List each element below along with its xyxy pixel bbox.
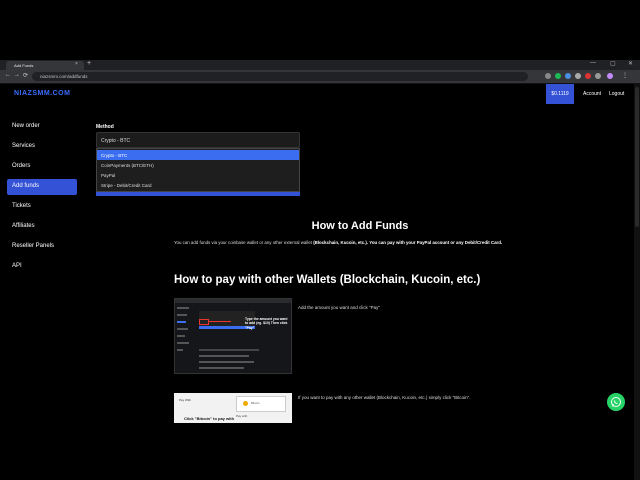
minimize-icon[interactable]: — <box>590 60 596 66</box>
bitcoin-icon <box>243 401 248 406</box>
extension-icon[interactable] <box>585 73 591 79</box>
sidebar-item-reseller-panels[interactable]: Reseller Panels <box>7 239 77 255</box>
browser-menu-icon[interactable]: ⋮ <box>622 72 628 79</box>
balance-badge[interactable]: $0.1119 <box>546 84 574 104</box>
url-text: niazsmm.com/addfunds <box>40 74 88 79</box>
thumb-browser-bar <box>175 299 291 303</box>
method-label: Method <box>96 124 114 130</box>
add-amount-screenshot: Type the amount you want to add (eg. $10… <box>174 298 292 374</box>
tab-title: Add Funds <box>14 63 34 68</box>
intro-bold-text: (Blockchain, Kucoin, etc.). You can pay … <box>313 240 503 245</box>
url-field[interactable]: niazsmm.com/addfunds <box>32 72 528 81</box>
thumb2-pay-label: Pay with <box>236 414 248 418</box>
spotify-icon[interactable] <box>555 73 561 79</box>
thumb-sidebar <box>177 307 195 367</box>
other-wallets-heading: How to pay with other Wallets (Blockchai… <box>174 274 481 286</box>
sidebar-item-new-order[interactable]: New order <box>7 119 77 135</box>
method-dropdown: Crypto - BTC CoinPayments (BTC/ETH) PayP… <box>96 148 300 192</box>
thumb2-title: Pay With <box>179 398 192 402</box>
method-option-stripe[interactable]: Stripe - Debit/Credit Card <box>97 180 299 190</box>
step-add-amount-text: Add the amount you want and click "Pay" <box>298 305 380 310</box>
bitcoin-pay-screenshot: Pay With Bitcoin Pay with Click "Bitcoin… <box>174 393 292 423</box>
tab-close-icon[interactable]: × <box>75 61 78 67</box>
site-logo[interactable]: NIAZSMM.COM <box>14 90 70 97</box>
method-option-crypto-btc[interactable]: Crypto - BTC <box>97 150 299 160</box>
sidebar-item-tickets[interactable]: Tickets <box>7 199 77 215</box>
logout-link[interactable]: Logout <box>609 91 624 97</box>
sidebar-item-affiliates[interactable]: Affiliates <box>7 219 77 235</box>
browser-tab[interactable]: Add Funds <box>6 61 84 70</box>
scrollbar-thumb[interactable] <box>635 87 639 227</box>
sidebar-item-add-funds[interactable]: Add funds <box>7 179 77 195</box>
extension-icon[interactable] <box>545 73 551 79</box>
whatsapp-button[interactable] <box>607 393 625 411</box>
profile-avatar[interactable] <box>607 73 613 79</box>
back-icon[interactable]: ← <box>5 72 11 78</box>
thumb-table <box>199 349 259 371</box>
thumb2-instruction: Click "Bitcoin" to pay with <box>184 416 235 421</box>
maximize-icon[interactable]: ▢ <box>610 60 616 67</box>
method-option-coinpayments[interactable]: CoinPayments (BTC/ETH) <box>97 160 299 170</box>
method-select[interactable]: Crypto - BTC <box>96 132 300 148</box>
extension-icon[interactable] <box>565 73 571 79</box>
account-link[interactable]: Account <box>583 91 601 97</box>
thumb2-bitcoin-card: Bitcoin <box>236 396 286 412</box>
thumb2-card-label: Bitcoin <box>251 401 260 405</box>
reload-icon[interactable]: ⟳ <box>23 72 28 79</box>
thumb-instruction-note: Type the amount you want to add (eg. $10… <box>245 317 288 330</box>
pay-button-edge[interactable] <box>96 192 300 196</box>
extension-icon[interactable] <box>575 73 581 79</box>
step-other-wallet-text: If you want to pay with any other wallet… <box>298 395 471 400</box>
intro-paragraph: You can add funds via your coinbase wall… <box>174 240 574 245</box>
forward-icon[interactable]: → <box>14 72 20 78</box>
intro-text: You can add funds via your coinbase wall… <box>174 240 314 245</box>
sidebar-item-api[interactable]: API <box>7 259 77 275</box>
extension-icon[interactable] <box>595 73 601 79</box>
sidebar-item-orders[interactable]: Orders <box>7 159 77 175</box>
thumb-arrow <box>209 321 231 322</box>
sidebar-item-services[interactable]: Services <box>7 139 77 155</box>
method-option-paypal[interactable]: PayPal <box>97 170 299 180</box>
whatsapp-icon <box>611 397 621 407</box>
thumb-highlight-box <box>199 319 209 325</box>
window-close-icon[interactable]: ✕ <box>628 60 633 67</box>
new-tab-icon[interactable]: + <box>87 60 91 67</box>
browser-tab-bar <box>0 60 640 70</box>
method-selected-value: Crypto - BTC <box>101 138 131 144</box>
how-to-add-funds-heading: How to Add Funds <box>311 220 409 232</box>
